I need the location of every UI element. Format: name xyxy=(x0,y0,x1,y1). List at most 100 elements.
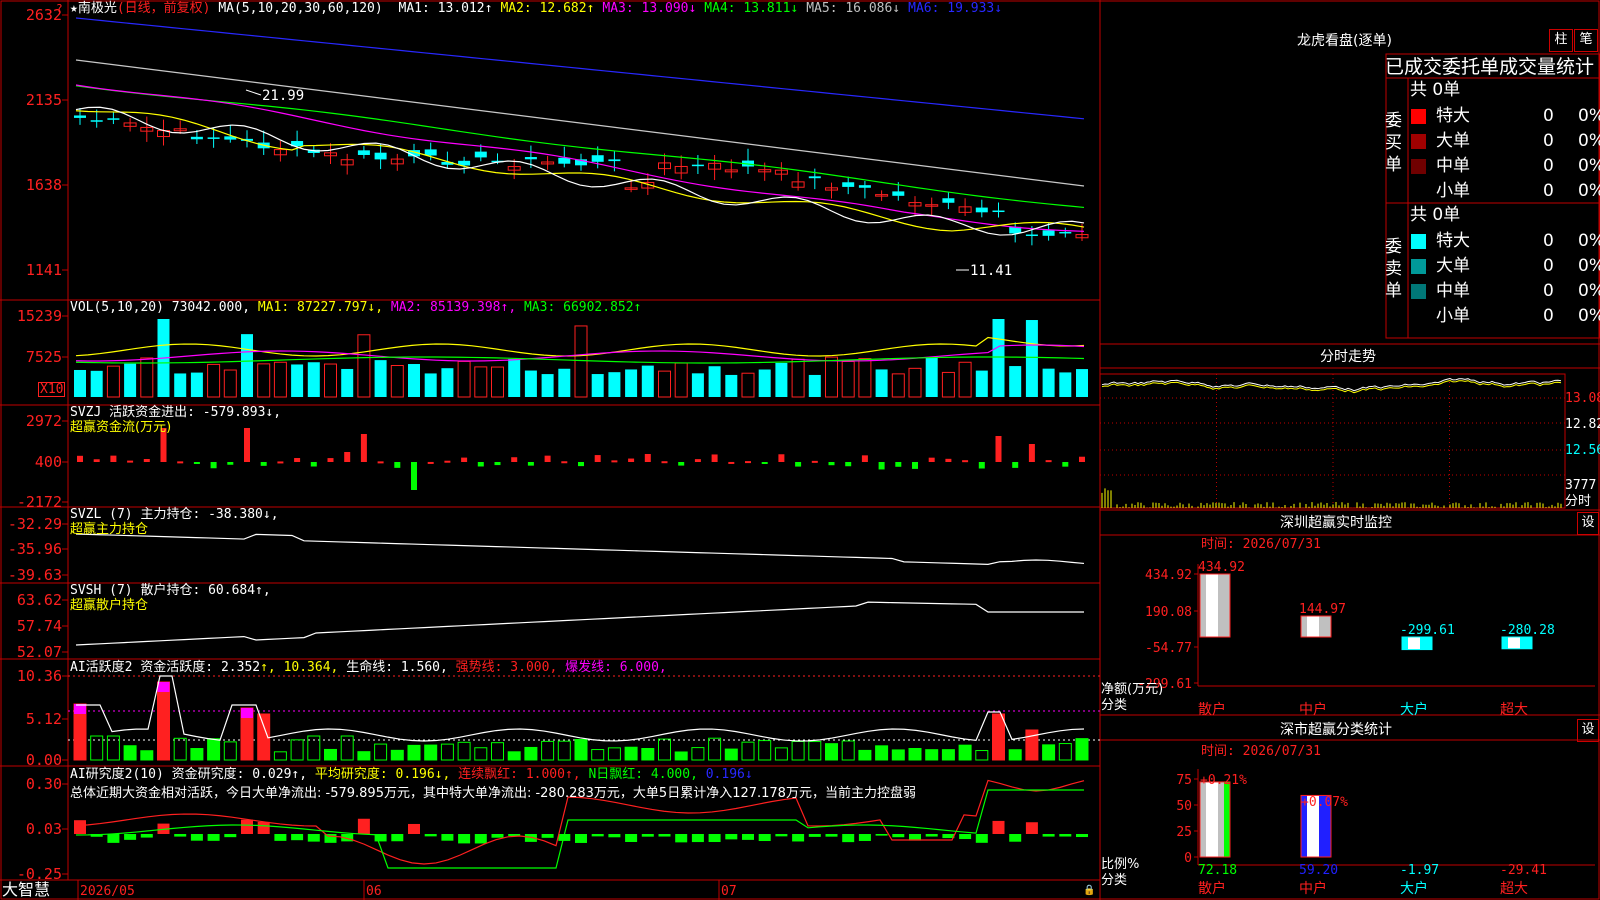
ai-research-bar xyxy=(675,834,688,843)
volume-bar xyxy=(1009,366,1022,397)
monitor-bar-1 xyxy=(1300,615,1332,638)
classify-axis-category: 分类 xyxy=(1101,873,1128,888)
ai-activity-bars xyxy=(68,675,1100,761)
monitor-settings-button[interactable]: 设 xyxy=(1577,512,1599,535)
monitor-y-tick: -54.77 xyxy=(1145,641,1192,656)
volume-bar xyxy=(825,356,838,398)
intraday-grid xyxy=(1099,373,1566,509)
monitor-category-label: 中户 xyxy=(1299,701,1327,718)
candle-body xyxy=(190,136,203,140)
volume-bar xyxy=(324,363,337,398)
svzj-bar xyxy=(210,462,217,469)
volume-bar xyxy=(241,334,253,397)
y-tick-label: -32.29 xyxy=(8,515,62,533)
svzj-bar xyxy=(143,458,150,462)
ma-value-5: MA5: 16.086↓ xyxy=(806,1,901,16)
svzj-bar xyxy=(461,457,468,462)
buy-group-label: 委买单 xyxy=(1385,111,1402,175)
sell-group-label: 委卖单 xyxy=(1385,237,1402,301)
ai-activity-bar xyxy=(207,738,221,761)
monitor-bar-highlight xyxy=(1408,637,1420,650)
corner-mark: ? xyxy=(56,2,63,15)
stock-name[interactable]: 南极光 xyxy=(78,1,117,16)
classify-category-label: 中户 xyxy=(1299,880,1327,897)
category-name: 特大 xyxy=(1436,106,1470,126)
ai-research-bar xyxy=(291,834,304,841)
classify-bar-0 xyxy=(1199,781,1231,858)
ai-activity-bar xyxy=(440,743,454,761)
chart-period[interactable]: (日线，前复权) xyxy=(117,1,211,16)
ai-activity-title: AI活跃度2 资金活跃度: 2.352↑, 10.364, 生命线: 1.560… xyxy=(70,660,667,675)
svsh-line xyxy=(75,601,1084,646)
stock-chart-area[interactable]: 26322135163811411523975252972400-2172-32… xyxy=(0,0,1600,900)
ai-research-bar xyxy=(808,834,821,837)
volume-bar xyxy=(1059,372,1072,397)
bar-mode-button[interactable]: 柱 xyxy=(1549,29,1573,52)
volume-bar xyxy=(725,374,738,397)
volume-title: VOL(5,10,20) 73042.000, MA1: 87227.797↓,… xyxy=(70,300,642,315)
ai-activity-cap xyxy=(241,708,253,718)
ai-activity-bar xyxy=(741,741,755,761)
ai-research-bar xyxy=(257,821,270,834)
ai-activity-v1: ↑, 10.364, xyxy=(260,660,339,675)
volume-bar xyxy=(257,363,271,398)
ma1-line xyxy=(75,106,1085,236)
candle-body xyxy=(107,118,120,120)
ai-activity-bar xyxy=(574,738,588,761)
svzj-bar xyxy=(360,434,367,462)
ai-activity-bar xyxy=(507,751,521,761)
ai-activity-bar xyxy=(524,746,538,761)
intraday-volume xyxy=(1101,488,1562,508)
ai-activity-bar xyxy=(290,739,304,761)
ma-value-2: MA2: 12.682↑ xyxy=(500,1,595,16)
svzj-bar xyxy=(427,461,434,464)
svzj-bar xyxy=(811,460,818,463)
category-volume: 0 xyxy=(1543,181,1554,201)
volume-bar xyxy=(341,368,354,397)
y-tick-label: 0.03 xyxy=(26,820,62,838)
monitor-value-label: -299.61 xyxy=(1400,623,1455,638)
classify-value-label: 72.18 xyxy=(1198,863,1237,878)
classify-settings-button[interactable]: 设 xyxy=(1577,719,1599,742)
svzj-bar xyxy=(494,462,501,466)
candle-body xyxy=(1059,231,1072,234)
svzj-bar xyxy=(110,455,117,462)
svzj-bar xyxy=(912,462,918,469)
category-volume: 0 xyxy=(1543,156,1554,176)
category-percent: 0% xyxy=(1578,231,1600,251)
classify-time: 时间: 2026/07/31 xyxy=(1201,744,1321,759)
ma-value-1: MA1: 13.012↑ xyxy=(398,1,493,16)
ai-activity-cap xyxy=(157,682,170,692)
ai-research-bar xyxy=(641,834,654,837)
volume-bar xyxy=(1042,368,1055,397)
category-swatch-1 xyxy=(1411,259,1426,274)
volume-bar xyxy=(106,365,120,398)
ai-activity-bar xyxy=(1008,749,1022,761)
y-tick-label: 0.00 xyxy=(26,751,62,769)
volume-bar xyxy=(357,334,371,398)
ai-activity-bar xyxy=(825,743,838,761)
lock-icon[interactable]: 🔒 xyxy=(1083,883,1095,898)
volume-bar xyxy=(207,363,221,398)
ai-research-bar xyxy=(458,834,471,844)
candle-body xyxy=(1025,234,1038,237)
date-label-3: 07 xyxy=(721,884,737,899)
ai-research-nday: N日飘红: 4.000, xyxy=(588,767,698,782)
ai-activity-bar xyxy=(474,747,488,761)
ai-research-title: AI研究度2(10) 资金研究度: 0.029↑, 平均研究度: 0.196↓,… xyxy=(70,767,753,782)
svzl-line xyxy=(75,533,1085,565)
volume-ma2: MA2: 85139.398↑ xyxy=(390,300,509,315)
y-tick-label: 57.74 xyxy=(17,617,62,635)
app-logo[interactable]: 大智慧 xyxy=(2,880,50,900)
intraday-vol-tick: 3777 xyxy=(1565,478,1597,493)
category-percent: 0% xyxy=(1578,256,1600,276)
volume-unit-badge[interactable]: X10 xyxy=(38,382,66,397)
ai-research-bar xyxy=(274,834,287,841)
intraday-vol-unit: 分时 xyxy=(1565,494,1592,509)
svzj-bar xyxy=(578,462,584,467)
tick-mode-button[interactable]: 笔 xyxy=(1574,29,1598,52)
volume-label: VOL(5,10,20) xyxy=(70,300,164,315)
ai-activity-bar xyxy=(891,749,905,761)
ai-activity-bar xyxy=(173,737,187,761)
svzj-bar xyxy=(127,460,134,463)
